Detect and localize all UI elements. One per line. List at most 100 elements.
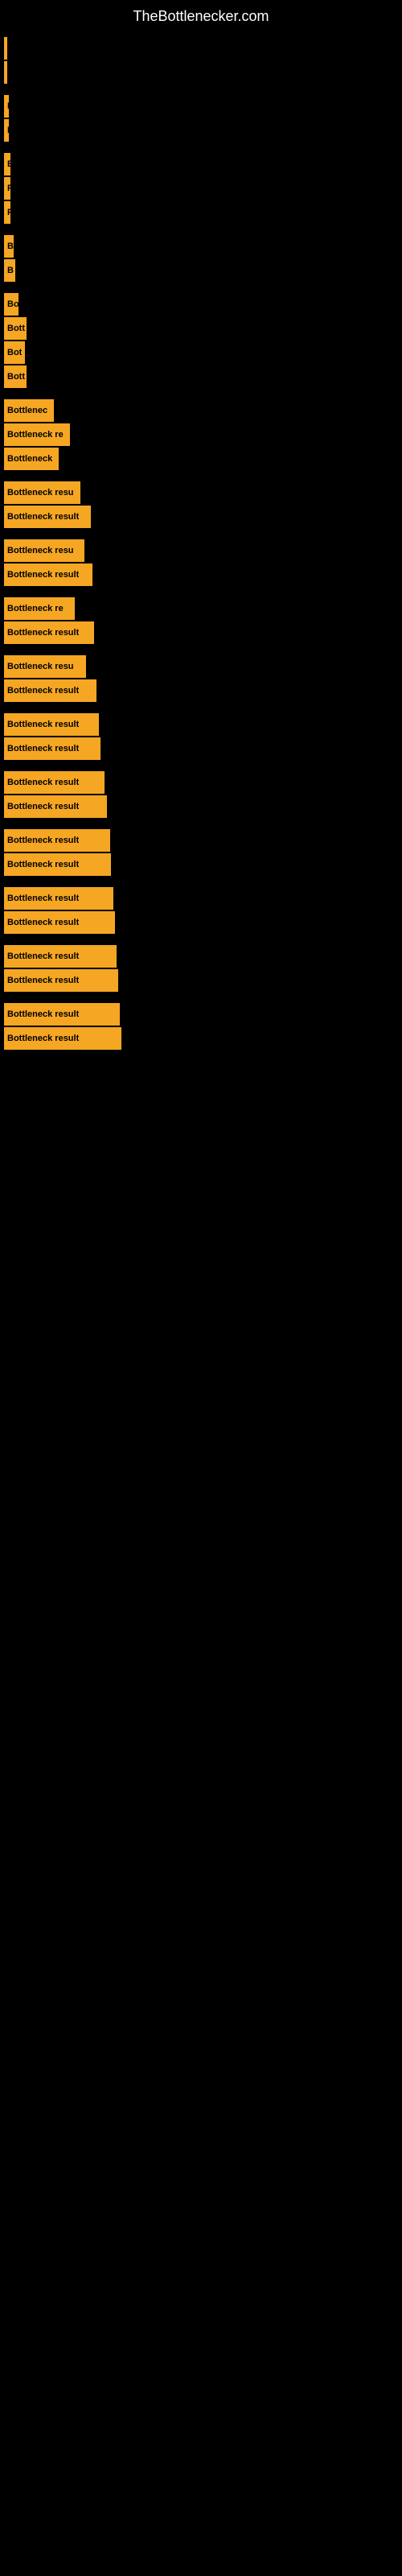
bar-label: B (7, 266, 14, 275)
bar: Bottleneck result (4, 945, 117, 968)
bar: B (4, 153, 10, 175)
bar-label: Bott (7, 324, 25, 333)
bar-label: Bottleneck result (7, 512, 79, 522)
bar-label: Bottleneck resu (7, 488, 74, 497)
bar-label: Bottleneck re (7, 430, 64, 440)
bar: Bottleneck result (4, 713, 99, 736)
bar: Bottleneck result (4, 506, 91, 528)
bar-label: Bottleneck (7, 454, 52, 464)
bar: Bottleneck result (4, 737, 100, 760)
bar-item: F (4, 201, 402, 224)
bar-label: Bottleneck result (7, 778, 79, 787)
bar-label: F (7, 126, 9, 135)
site-title: TheBottlenecker.com (0, 0, 402, 29)
bar: Bottleneck result (4, 969, 118, 992)
bar: F (4, 177, 10, 200)
bar-item: B (4, 153, 402, 175)
bar-item: Bottleneck re (4, 597, 402, 620)
bar-item: Bottleneck (4, 448, 402, 470)
bar-label: Bottleneck result (7, 570, 79, 580)
bar: Bottleneck re (4, 597, 75, 620)
bar-item: F (4, 119, 402, 142)
bar: Bottleneck result (4, 1003, 120, 1026)
bar-item: Bottleneck result (4, 679, 402, 702)
bar: Bottleneck result (4, 621, 94, 644)
bar: Bottleneck result (4, 829, 110, 852)
bar: Bottleneck result (4, 911, 115, 934)
bar-label: Bottleneck result (7, 720, 79, 729)
bar: F (4, 201, 10, 224)
bar: Bottleneck resu (4, 481, 80, 504)
bar-label: Bottleneck result (7, 952, 79, 961)
bar: Bottleneck (4, 448, 59, 470)
bar-item: Bottleneck result (4, 621, 402, 644)
bar-label: Bot (7, 348, 22, 357)
bar-item: F (4, 95, 402, 118)
bar: Bott (4, 317, 27, 340)
bar (4, 61, 7, 84)
bar: Bottleneck result (4, 679, 96, 702)
bar-item: Bo (4, 293, 402, 316)
bar-item: Bot (4, 341, 402, 364)
bar: Bottleneck result (4, 795, 107, 818)
bar-item: Bottleneck re (4, 423, 402, 446)
bar-item: Bottleneck result (4, 795, 402, 818)
bar-label: Bottleneck result (7, 686, 79, 696)
bar-label: Bottleneck result (7, 918, 79, 927)
bar-label: Bottleneck result (7, 802, 79, 811)
bar-label: Bottleneck resu (7, 662, 74, 671)
bar (4, 37, 7, 60)
bar-label: Bottlenec (7, 406, 47, 415)
bar-item: Bottleneck resu (4, 655, 402, 678)
bar: F (4, 119, 9, 142)
bar-label: Bo (7, 299, 18, 309)
bar-item: Bottleneck result (4, 737, 402, 760)
bar-item: Bottleneck result (4, 1003, 402, 1026)
bar: Bottleneck resu (4, 539, 84, 562)
bar-label: Bottleneck result (7, 1034, 79, 1043)
bar: Bo (4, 293, 18, 316)
bar-item: Bottleneck result (4, 713, 402, 736)
bar-item: Bott (4, 317, 402, 340)
bar-label: Bottleneck result (7, 836, 79, 845)
bar-item: Bottleneck resu (4, 481, 402, 504)
bar-label: Bottleneck result (7, 628, 79, 638)
bar-label: Bottleneck re (7, 604, 64, 613)
bar-item: Bottlenec (4, 399, 402, 422)
bar-label: Bottleneck result (7, 744, 79, 753)
bar: Bottleneck re (4, 423, 70, 446)
bar-item: Bottleneck result (4, 564, 402, 586)
bar-label: F (7, 208, 10, 217)
bar: Bottleneck resu (4, 655, 86, 678)
bar: Bottleneck result (4, 564, 92, 586)
bar-item: Bottleneck result (4, 771, 402, 794)
bar-item: Bottleneck result (4, 506, 402, 528)
bar-label: Bott (7, 372, 25, 382)
bar-item: Bottleneck result (4, 969, 402, 992)
bar-label: Bottleneck result (7, 860, 79, 869)
bar-item: Bottleneck result (4, 829, 402, 852)
bar: B (4, 259, 15, 282)
bar-label: F (7, 184, 10, 193)
bar-item: Bottleneck result (4, 887, 402, 910)
bar: Bottleneck result (4, 853, 111, 876)
bar: Bot (4, 341, 25, 364)
bar-item: Bottleneck resu (4, 539, 402, 562)
bar: Bott (4, 365, 27, 388)
bar-label: F (7, 101, 9, 111)
bar-item: Bottleneck result (4, 911, 402, 934)
bar: Bottleneck result (4, 1027, 121, 1050)
bar-item: Bottleneck result (4, 853, 402, 876)
bar: Bottleneck result (4, 771, 105, 794)
bar-label: Bottleneck result (7, 1009, 79, 1019)
bar-item: Bottleneck result (4, 945, 402, 968)
bar-item (4, 61, 402, 84)
bars-container: FFBFFBBBoBottBotBottBottlenecBottleneck … (0, 29, 402, 1069)
bar-item: Bottleneck result (4, 1027, 402, 1050)
bar-label: Bottleneck result (7, 976, 79, 985)
bar-item: B (4, 259, 402, 282)
bar-item (4, 37, 402, 60)
bar-label: Bottleneck result (7, 894, 79, 903)
bar-item: F (4, 177, 402, 200)
bar-item: Bott (4, 365, 402, 388)
